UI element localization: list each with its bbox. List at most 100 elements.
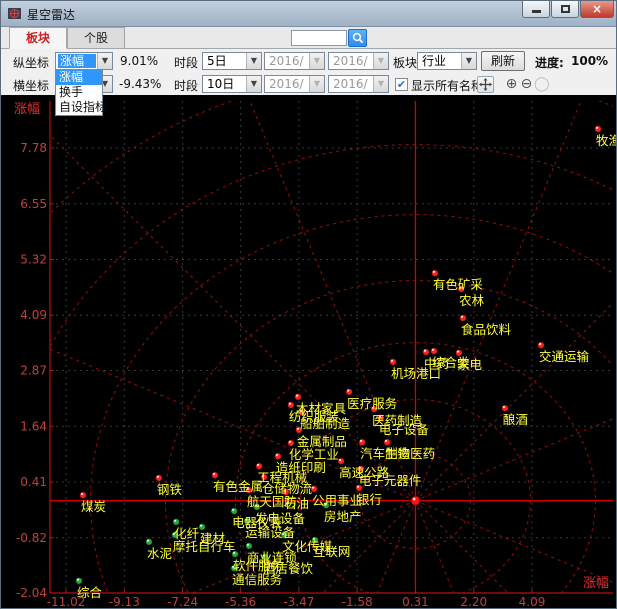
chevron-down-icon: ▼ [309,76,324,92]
sector-label: 食品饮料 [461,322,512,337]
chevron-down-icon: ▼ [461,53,476,69]
y-axis-combo[interactable]: 涨幅 ▼ [55,52,113,70]
y-axis-percent: 9.01% [120,54,158,68]
x-tick-label: 2.20 [460,595,487,609]
dropdown-item-custom[interactable]: 自设指标 [56,100,102,115]
minimize-icon [532,10,541,13]
sector-dot[interactable] [423,349,429,355]
pan-icon [479,78,492,91]
date-from-1[interactable]: 2016/ 5/16 ▼ [264,52,325,70]
maximize-icon [561,5,570,13]
show-all-names-checkbox[interactable]: ✔ [395,78,408,91]
y-tick-label: 7.78 [20,141,47,155]
radar-chart-canvas: 牧渔有色矿采农林食品饮料交通运输中药综合类家电机场港口酿酒医疗服务木材家具纺织服… [1,95,617,609]
date-from-2[interactable]: 2016/ 5/16 ▼ [264,75,325,93]
zoom-reset-button[interactable]: ◯ [534,76,549,92]
y-axis-label: 纵坐标 [13,54,49,71]
sector-label: 摩托自行车 [173,539,236,554]
period-combo-2[interactable]: 10日 ▼ [202,75,262,93]
x-axis-title: 涨幅 [583,576,609,591]
x-tick-label: -5.36 [225,595,256,609]
sector-dot[interactable] [199,524,205,530]
sector-dot[interactable] [460,315,466,321]
x-axis-percent: -9.43% [119,77,161,91]
sector-dot[interactable] [431,348,437,354]
sector-label: 电子设备 [379,422,430,437]
sector-label: 农林 [459,293,485,308]
refresh-button[interactable]: 刷新 [481,51,525,71]
y-axis-title: 涨幅 [14,102,40,117]
sector-dot[interactable] [432,270,438,276]
sector-label: 交通运输 [539,349,590,364]
sector-dot[interactable] [173,519,179,525]
x-tick-label: -1.58 [342,595,373,609]
search-button[interactable] [348,29,367,47]
sector-dot[interactable] [338,458,344,464]
dropdown-item-turnover[interactable]: 换手 [56,85,102,100]
tab-bar: 板块 个股 [1,27,617,49]
sector-label: 石油 [284,496,309,511]
search-icon [352,32,364,44]
sector-dot[interactable] [295,394,301,400]
sector-dot[interactable] [288,440,294,446]
period-combo-1[interactable]: 5日 ▼ [202,52,262,70]
dropdown-item-change[interactable]: 涨幅 [56,70,102,85]
radar-chart[interactable]: 牧渔有色矿采农林食品饮料交通运输中药综合类家电机场港口酿酒医疗服务木材家具纺织服… [1,95,617,609]
sector-dot[interactable] [288,402,294,408]
maximize-button[interactable] [551,1,579,18]
zoom-out-button[interactable]: ⊖ [519,76,534,92]
x-tick-label: 0.31 [402,595,429,609]
minimize-button[interactable] [522,1,550,18]
sector-dot[interactable] [76,578,82,584]
y-axis-dropdown-list: 涨幅 换手 自设指标 [55,69,103,116]
y-tick-label: 4.09 [20,308,47,322]
sector-type-label: 板块 [393,54,417,71]
sector-dot[interactable] [275,453,281,459]
sector-dot[interactable] [390,359,396,365]
app-icon [7,6,22,21]
x-tick-label: -11.02 [47,595,86,609]
sector-dot[interactable] [346,389,352,395]
sector-dot[interactable] [359,439,365,445]
sector-dot[interactable] [156,475,162,481]
titlebar[interactable]: 星空雷达 × [1,1,617,27]
date-to-2[interactable]: 2016/ 5/16 ▼ [328,75,389,93]
zoom-in-button[interactable]: ⊕ [504,76,519,92]
search-input[interactable] [291,30,347,46]
chevron-down-icon: ▼ [246,53,261,69]
sector-label: 医疗服务 [347,396,397,411]
sector-dot[interactable] [502,405,508,411]
sector-dot[interactable] [212,472,218,478]
tab-stocks[interactable]: 个股 [67,27,125,49]
sector-label: 房地产 [324,509,362,524]
sector-type-combo[interactable]: 行业 ▼ [417,52,477,70]
sector-dot[interactable] [246,543,252,549]
close-button[interactable]: × [580,1,614,18]
sector-label: 钢铁 [157,482,183,497]
sector-dot[interactable] [80,492,86,498]
sector-dot[interactable] [256,463,262,469]
sector-label: 银行 [357,492,382,507]
show-all-names-label: 显示所有名称 [411,77,483,94]
progress-value: 100% [571,54,608,68]
chevron-down-icon: ▼ [246,76,261,92]
date-to-1[interactable]: 2016/ 5/16 ▼ [328,52,389,70]
sector-dot[interactable] [538,342,544,348]
sector-dot[interactable] [384,439,390,445]
pan-button[interactable] [477,76,494,93]
y-tick-label: 2.87 [20,364,47,378]
chevron-down-icon: ▼ [309,53,324,69]
tab-sectors[interactable]: 板块 [9,27,67,49]
sector-label: 互联网 [313,544,351,559]
sector-label: 牧渔 [596,133,617,148]
sector-dot[interactable] [231,508,237,514]
period-label-1: 时段 [174,54,198,71]
sector-label: 煤炭 [81,499,106,514]
sector-label: 生物医药 [385,446,435,461]
sector-label: 机场港口 [391,366,441,381]
window-title: 星空雷达 [27,6,75,23]
sector-dot[interactable] [595,126,601,132]
sector-dot[interactable] [146,539,152,545]
sector-label: 船舶制造 [300,416,351,431]
y-tick-label: 6.55 [20,197,47,211]
